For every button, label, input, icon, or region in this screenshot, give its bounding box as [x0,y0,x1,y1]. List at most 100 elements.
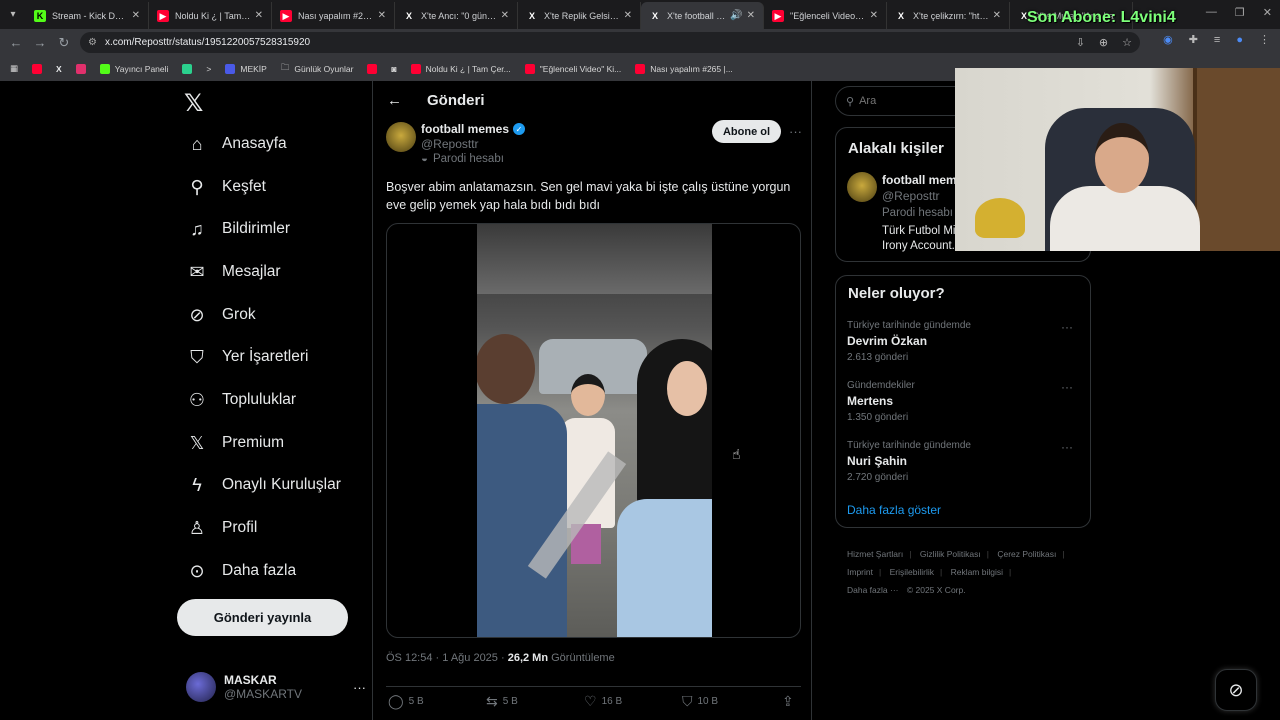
close-icon[interactable]: ✕ [624,10,632,21]
bookmark-gunluk-oyunlar[interactable]: 🗀 Günlük Oyunlar [281,62,354,76]
close-icon[interactable]: ✕ [501,10,509,21]
bookmark-youtube[interactable] [32,63,43,74]
follow-button[interactable]: Abone ol [712,120,781,143]
tab-nasi-yapalim[interactable]: ▶Nası yapalım #265 | M✕ [272,2,395,29]
video-frame-man [477,334,567,637]
author-name[interactable]: football memes ✓ [421,122,526,136]
post-timestamp[interactable]: ÖS 12:54 · 1 Ağu 2025 · [386,652,505,664]
back-arrow-icon[interactable]: ← [387,92,427,109]
close-icon[interactable]: ✕ [378,10,386,21]
webcam-person-face [1095,123,1149,193]
bookmark-nasi-yapalim[interactable]: Nası yapalım #265 |... [635,63,733,74]
trend-item[interactable]: Gündemdekiler Mertens 1.350 gönderi ··· [847,380,1079,423]
video-player[interactable] [477,224,712,637]
puzzle-icon[interactable]: ✚ [1189,33,1198,46]
more-dots-icon[interactable]: ··· [1061,380,1073,394]
nav-grok[interactable]: ⊘ Grok [186,294,255,336]
related-avatar[interactable] [847,172,877,202]
reading-list-icon[interactable]: ≡ [1214,34,1220,46]
forward-arrow-icon[interactable]: → [28,35,52,50]
reply-button[interactable]: ◯ 5 B [388,693,424,710]
more-dots-icon[interactable]: ··· [1061,320,1073,334]
like-button[interactable]: ♡ 16 B [584,693,622,710]
apps-icon[interactable]: ▦ [10,63,18,74]
youtube-icon: ▶ [772,9,784,22]
nav-messages[interactable]: ✉ Mesajlar [186,251,280,293]
profile-icon[interactable]: ● [1236,34,1243,46]
author-avatar[interactable] [386,122,416,152]
nav-home[interactable]: ⌂ Anasayfa [186,123,287,165]
tab-x-anci[interactable]: XX'te Ancı: "0 günayden✕ [395,2,518,29]
minimize-icon[interactable]: — [1206,6,1217,19]
tab-noldu-ki[interactable]: ▶Noldu Ki ¿ | Tam Çer...✕ [149,2,272,29]
repost-button[interactable]: ⇆ 5 B [486,693,518,710]
nav-bookmarks[interactable]: ⛉ Yer İşaretleri [186,336,308,378]
bookmark-youtube-2[interactable] [367,63,378,74]
author-handle[interactable]: @Reposttr [421,137,479,151]
star-icon[interactable]: ☆ [1122,36,1132,49]
bookmark-x[interactable]: X [56,64,62,74]
back-arrow-icon[interactable]: ← [4,35,28,50]
nav-premium[interactable]: 𝕏 Premium [186,422,284,464]
footer-link[interactable]: Daha fazla ··· [847,585,899,595]
related-handle[interactable]: @Reposttr [882,189,940,203]
nav-explore[interactable]: ⚲ Keşfet [186,166,266,208]
more-dots-icon[interactable]: ··· [789,124,802,139]
site-info-icon[interactable]: ⚙ [88,37,97,48]
tab-x-replik[interactable]: XX'te Replik Gelsin: "Ka✕ [518,2,641,29]
install-app-icon[interactable]: ⇩ [1076,36,1085,49]
views-label: Görüntüleme [551,652,615,664]
tab-eglenceli-video[interactable]: ▶"Eğlenceli Video" Kick✕ [764,2,887,29]
close-icon[interactable]: ✕ [870,10,878,21]
nav-more[interactable]: ⊙ Daha fazla [186,550,296,592]
footer-link[interactable]: Erişilebilirlik [890,567,934,577]
footer-link[interactable]: Reklam bilgisi [951,567,1003,577]
footer-link[interactable]: Çerez Politikası [997,549,1056,559]
trend-item[interactable]: Türkiye tarihinde gündemde Devrim Özkan … [847,320,1079,363]
bookmark-eglenceli-video[interactable]: "Eğlenceli Video" Ki... [524,63,621,74]
nav-verified-orgs[interactable]: ϟ Onaylı Kuruluşlar [186,464,341,506]
speaker-icon[interactable]: 🔊 [730,10,742,21]
bookmark-button[interactable]: ⛉ 10 B [682,693,718,710]
nav-profile[interactable]: ♙ Profil [186,507,257,549]
close-window-icon[interactable]: ✕ [1263,6,1272,19]
bookmark-green-app[interactable] [182,63,193,74]
footer-link[interactable]: Hizmet Şartları [847,549,903,559]
account-switcher[interactable]: MASKAR @MASKARTV ··· [186,669,366,705]
bookmark-instagram[interactable] [75,63,86,74]
menu-icon[interactable]: ⋮ [1259,33,1270,46]
webcam-overlay [955,68,1280,251]
bookmark-arrow[interactable]: > [206,64,211,74]
grok-floating-button[interactable]: ⊘ [1215,669,1257,711]
close-icon[interactable]: ✕ [255,10,263,21]
bookmark-mask[interactable]: ◙ [391,64,396,74]
footer-link[interactable]: Gizlilik Politikası [920,549,981,559]
tab-x-football-memes[interactable]: XX'te football mem🔊✕ [641,2,764,29]
share-button[interactable]: ⇪ [782,693,794,710]
more-dots-icon[interactable]: ··· [353,680,366,695]
nav-notifications[interactable]: ♫ Bildirimler [186,208,290,250]
more-dots-icon[interactable]: ··· [1061,440,1073,454]
tab-kick-dashboard[interactable]: KStream - Kick Dashboard✕ [26,2,149,29]
close-icon[interactable]: ✕ [132,10,140,21]
footer-link[interactable]: Imprint [847,567,873,577]
extension-icon[interactable]: ◉ [1163,33,1173,46]
tab-search-icon[interactable]: ▾ [0,0,26,29]
trend-item[interactable]: Türkiye tarihinde gündemde Nuri Şahin 2.… [847,440,1079,483]
zoom-icon[interactable]: ⊕ [1099,36,1108,49]
post-button[interactable]: Gönderi yayınla [177,599,348,636]
post-media[interactable] [386,223,801,638]
bookmark-noldu-ki[interactable]: Noldu Ki ¿ | Tam Çer... [410,63,511,74]
nav-communities[interactable]: ⚇ Topluluklar [186,379,296,421]
bookmark-mekip[interactable]: MEKİP [225,63,267,74]
x-logo-icon[interactable]: 𝕏 [184,89,210,117]
restore-icon[interactable]: ❐ [1235,6,1245,19]
close-icon[interactable]: ✕ [993,10,1001,21]
close-icon[interactable]: ✕ [747,10,755,21]
reload-icon[interactable]: ↻ [52,35,76,51]
url-input[interactable]: ⚙ x.com/Reposttr/status/1951220057528315… [80,32,1140,53]
tab-x-celikzirn[interactable]: X X'te çelikzırn: "https:/✕ [887,2,1010,29]
x-premium-icon: 𝕏 [189,432,205,453]
show-more-link[interactable]: Daha fazla göster [847,503,941,517]
bookmark-yayinci-paneli[interactable]: Yayıncı Paneli [99,63,168,74]
